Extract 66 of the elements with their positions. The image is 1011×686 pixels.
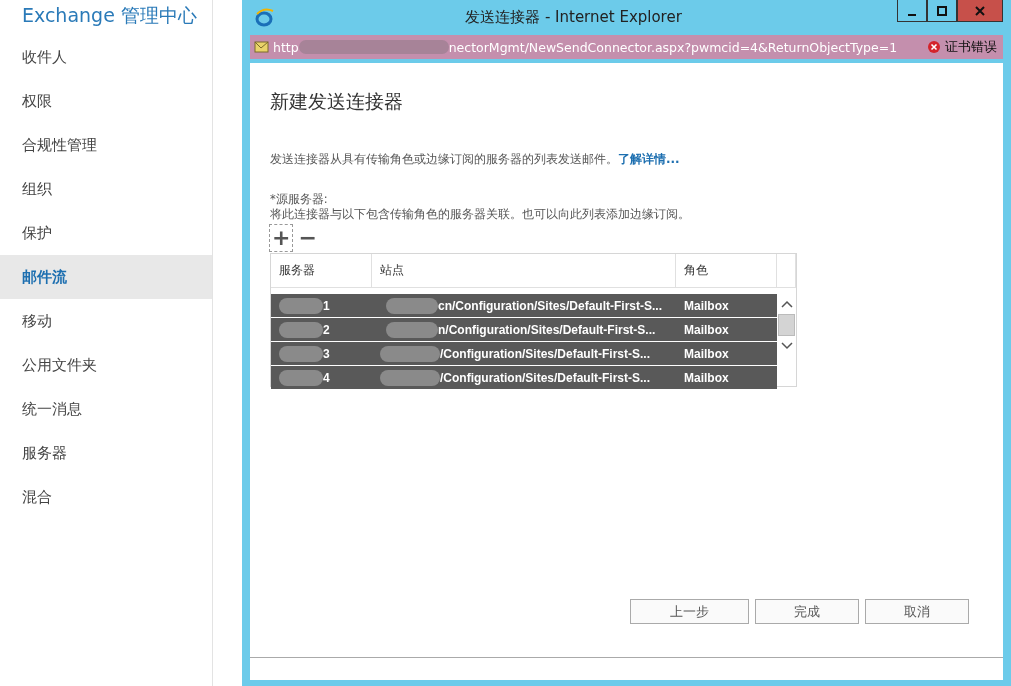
scroll-down-icon[interactable] [780, 342, 793, 350]
table-cell: Mailbox [684, 346, 729, 361]
scroll-up-icon[interactable] [780, 300, 793, 308]
dialog-button[interactable]: 上一步 [630, 599, 749, 624]
field-help-text: 将此连接器与以下包含传输角色的服务器关联。也可以向此列表添加边缘订阅。 [270, 207, 691, 222]
maximize-button[interactable] [927, 0, 957, 22]
sidebar-item[interactable]: 保护 [0, 211, 212, 255]
table-row[interactable]: 2 n/Configuration/Sites/Default-First-S... Mailbox [271, 318, 777, 341]
app-title: Exchange 管理中心 [22, 4, 197, 26]
sidebar-item[interactable]: 服务器 [0, 431, 212, 475]
table-cell: cn/Configuration/Sites/Default-First-S... [438, 298, 662, 313]
table-cell: 2 [323, 322, 330, 337]
sidebar-item[interactable]: 公用文件夹 [0, 343, 212, 387]
sidebar-item[interactable]: 权限 [0, 79, 212, 123]
column-header[interactable]: 服务器 [271, 254, 372, 287]
remove-button[interactable]: − [296, 225, 319, 251]
address-bar[interactable]: http nectorMgmt/NewSendConnector.aspx?pwmcid=4&ReturnObjectType=1 证书错误 [250, 35, 1003, 59]
maximize-icon [937, 5, 947, 16]
sidebar-item[interactable]: 收件人 [0, 35, 212, 79]
scrollbar-thumb[interactable] [778, 314, 795, 336]
column-header[interactable]: 站点 [372, 254, 676, 287]
redaction-blur [386, 321, 438, 338]
redaction-blur [279, 321, 323, 338]
table-cell: /Configuration/Sites/Default-First-S... [440, 370, 650, 385]
window-title: 发送连接器 - Internet Explorer [465, 8, 682, 26]
description-text: 发送连接器从具有传输角色或边缘订阅的服务器的列表发送邮件。了解详情... [270, 151, 681, 168]
redaction-blur [279, 297, 323, 314]
close-button[interactable] [957, 0, 1003, 22]
dialog-heading: 新建发送连接器 [270, 89, 404, 114]
table-cell: Mailbox [684, 322, 729, 337]
learn-more-link[interactable]: 了解详情... [618, 152, 680, 166]
redaction-blur [380, 369, 440, 386]
sidebar-item[interactable]: 邮件流 [0, 255, 212, 299]
column-header[interactable]: 角色 [676, 254, 777, 287]
table-cell: Mailbox [684, 298, 729, 313]
add-button[interactable]: + [270, 225, 293, 251]
table-cell: /Configuration/Sites/Default-First-S... [440, 346, 650, 361]
sidebar-item[interactable]: 混合 [0, 475, 212, 519]
sidebar-item[interactable]: 统一消息 [0, 387, 212, 431]
minimize-button[interactable] [897, 0, 927, 22]
browser-logo-icon [254, 8, 274, 28]
certificate-error-button[interactable]: 证书错误 [928, 38, 1003, 56]
sidebar-item[interactable]: 组织 [0, 167, 212, 211]
table-cell: 1 [323, 298, 330, 313]
dialog-button[interactable]: 完成 [755, 599, 859, 624]
table-cell: 3 [323, 346, 330, 361]
redaction-blur [380, 345, 440, 362]
error-icon [928, 41, 940, 53]
table-row[interactable]: 4 /Configuration/Sites/Default-First-S... Mailbox [271, 366, 777, 389]
address-text: nectorMgmt/NewSendConnector.aspx?pwmcid=4&ReturnObjectType=1 [448, 39, 898, 55]
redaction-blur [279, 369, 323, 386]
dialog-button[interactable]: 取消 [865, 599, 969, 624]
redaction-blur [279, 345, 323, 362]
table-row[interactable]: 3 /Configuration/Sites/Default-First-S... Mailbox [271, 342, 777, 365]
field-label: *源服务器: [270, 192, 329, 207]
table-cell: n/Configuration/Sites/Default-First-S... [438, 322, 656, 337]
close-icon [975, 5, 985, 16]
sidebar-item[interactable]: 合规性管理 [0, 123, 212, 167]
page-icon [254, 40, 270, 54]
sidebar-item[interactable]: 移动 [0, 299, 212, 343]
address-text: http [273, 39, 299, 55]
redaction-blur [386, 297, 438, 314]
table-row[interactable]: 1 cn/Configuration/Sites/Default-First-S... Mailbox [271, 294, 777, 317]
table-cell: Mailbox [684, 370, 729, 385]
minimize-icon [908, 13, 916, 16]
table-cell: 4 [323, 370, 330, 385]
